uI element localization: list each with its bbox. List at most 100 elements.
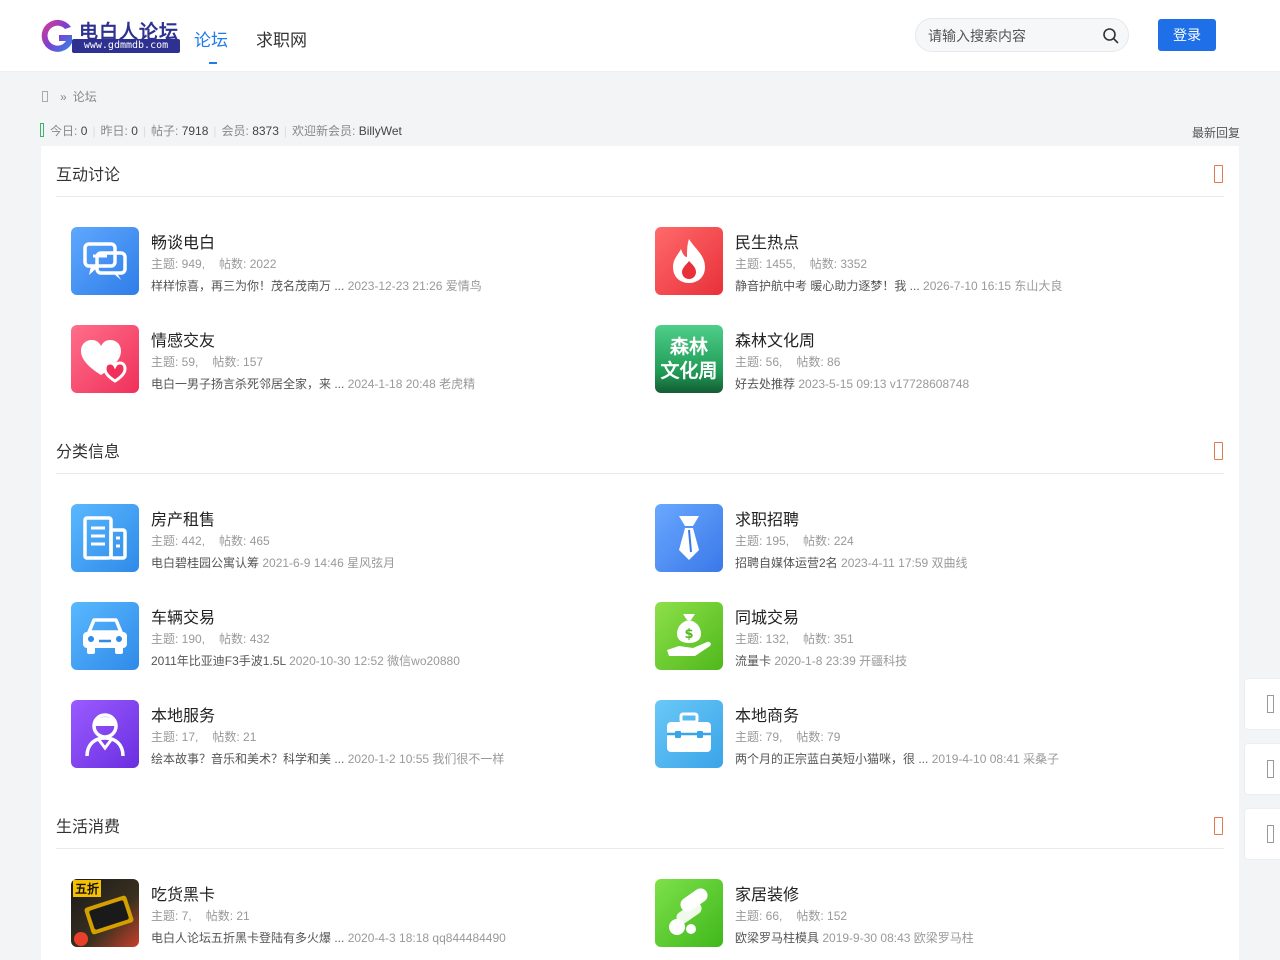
last-post-meta: 2021-6-9 14:46 星风弦月	[262, 556, 396, 570]
last-post-title[interactable]: 2011年比亚迪F3手波1.5L	[151, 654, 286, 668]
forum-name[interactable]: 求职招聘	[735, 506, 799, 530]
side-float-button[interactable]	[1244, 678, 1280, 730]
last-post-meta: 2026-7-10 16:15 东山大良	[923, 279, 1063, 293]
stat-yesterday: 0	[131, 124, 138, 138]
last-post-title[interactable]: 绘本故事？音乐和美术？科学和美 ...	[151, 752, 344, 766]
side-float-button[interactable]	[1244, 743, 1280, 795]
forum-name[interactable]: 房产租售	[151, 506, 215, 530]
forum-last-post: 两个月的正宗蓝白英短小猫咪，很 ... 2019-4-10 08:41 采桑子	[735, 750, 1059, 767]
section-divider	[56, 473, 1224, 474]
side-float-button[interactable]	[1244, 808, 1280, 860]
forum-stats: 主题: 59, 帖数: 157	[151, 353, 263, 370]
collapse-icon[interactable]	[1214, 817, 1223, 835]
forum-topics: 主题: 66,	[735, 909, 783, 923]
last-post-meta: 2019-4-10 08:41 采桑子	[931, 752, 1060, 766]
home-icon[interactable]	[42, 91, 48, 102]
last-post-title[interactable]: 电白人论坛五折黑卡登陆有多火爆 ...	[151, 931, 344, 945]
side-button-icon	[1267, 695, 1274, 713]
collapse-icon[interactable]	[1214, 442, 1223, 460]
nav-forum[interactable]: 论坛	[194, 26, 228, 51]
login-button[interactable]: 登录	[1158, 19, 1216, 51]
breadcrumb-current[interactable]: 论坛	[73, 90, 97, 104]
forum-last-post: 2011年比亚迪F3手波1.5L 2020-10-30 12:52 微信wo20…	[151, 652, 460, 669]
last-post-title[interactable]: 欧梁罗马柱模具	[735, 931, 819, 945]
forest-culture-week-icon: 森林 文化周	[655, 325, 723, 393]
forum-posts: 帖数: 2022	[219, 257, 277, 271]
forum-stats: 今日: 0 | 昨日: 0 | 帖子: 7918 | 会员: 8373 | 欢迎新会员: Bil…	[40, 122, 402, 139]
icon-text-line-2: 文化周	[660, 361, 718, 382]
last-post-title[interactable]: 流量卡	[735, 654, 771, 668]
forum-posts: 帖数: 86	[796, 355, 841, 369]
forum-name[interactable]: 森林文化周	[735, 327, 815, 351]
forum-last-post: 欧梁罗马柱模具 2019-9-30 08:43 欧梁罗马柱	[735, 929, 974, 946]
latest-reply-link[interactable]: 最新回复	[1192, 124, 1240, 141]
forum-name[interactable]: 本地服务	[151, 702, 215, 726]
forum-last-post: 样样惊喜，再三为你！茂名茂南万 ... 2023-12-23 21:26 爱情鸟	[151, 277, 482, 294]
forum-posts: 帖数: 157	[212, 355, 264, 369]
forum-posts: 帖数: 3352	[809, 257, 868, 271]
forum-topics: 主题: 132,	[735, 632, 790, 646]
necktie-icon	[655, 504, 723, 572]
forum-topics: 主题: 79,	[735, 730, 783, 744]
stat-posts-label: 帖子:	[151, 124, 179, 138]
last-post-meta: 2020-10-30 12:52 微信wo20880	[289, 654, 460, 668]
forum-stats: 主题: 17, 帖数: 21	[151, 728, 256, 745]
last-post-title[interactable]: 静音护航中考 暖心助力逐梦！我 ...	[735, 279, 920, 293]
forum-stats: 主题: 190, 帖数: 432	[151, 630, 270, 647]
forum-name[interactable]: 同城交易	[735, 604, 799, 628]
forum-name[interactable]: 家居装修	[735, 881, 799, 905]
forum-last-post: 电白碧桂园公寓认筹 2021-6-9 14:46 星风弦月	[151, 554, 395, 571]
search-input[interactable]	[928, 26, 1096, 46]
foodie-black-card-icon: 五折	[71, 879, 139, 947]
stat-members-label: 会员:	[221, 124, 249, 138]
forum-last-post: 电白人论坛五折黑卡登陆有多火爆 ... 2020-4-3 18:18 qq844…	[151, 929, 506, 946]
last-post-meta: 2023-4-11 17:59 双曲线	[841, 556, 968, 570]
last-post-title[interactable]: 样样惊喜，再三为你！茂名茂南万 ...	[151, 279, 344, 293]
stat-yesterday-label: 昨日:	[100, 124, 128, 138]
last-post-meta: 2020-1-2 10:55 我们很不一样	[347, 752, 505, 766]
last-post-title[interactable]: 电白碧桂园公寓认筹	[151, 556, 259, 570]
forum-topics: 主题: 1455,	[735, 257, 796, 271]
forum-stats: 主题: 132, 帖数: 351	[735, 630, 854, 647]
collapse-icon[interactable]	[1214, 165, 1223, 183]
newest-member-link[interactable]: BillyWet	[359, 124, 402, 138]
forum-topics: 主题: 442,	[151, 534, 206, 548]
svg-text:$: $	[684, 627, 693, 642]
hearts-icon	[71, 325, 139, 393]
nav-jobs[interactable]: 求职网	[256, 26, 307, 51]
forum-stats: 主题: 7, 帖数: 21	[151, 907, 250, 924]
breadcrumb-separator: »	[60, 90, 67, 104]
forum-name[interactable]: 民生热点	[735, 229, 799, 253]
last-post-title[interactable]: 两个月的正宗蓝白英短小猫咪，很 ...	[735, 752, 928, 766]
forum-stats: 主题: 56, 帖数: 86	[735, 353, 840, 370]
site-logo[interactable]: 电白人论坛 www.gdmmdb.com	[38, 15, 180, 57]
forum-topics: 主题: 7,	[151, 909, 192, 923]
forum-name[interactable]: 本地商务	[735, 702, 799, 726]
forum-stats: 主题: 79, 帖数: 79	[735, 728, 840, 745]
last-post-title[interactable]: 电白一男子扬言杀死邻居全家，来 ...	[151, 377, 344, 391]
flame-icon	[655, 227, 723, 295]
last-post-meta: 2019-9-30 08:43 欧梁罗马柱	[822, 931, 974, 945]
forum-posts: 帖数: 21	[212, 730, 257, 744]
last-post-meta: 2024-1-18 20:48 老虎精	[347, 377, 476, 391]
breadcrumb: » 论坛	[42, 88, 97, 105]
section-title: 分类信息	[56, 444, 121, 461]
search-icon[interactable]	[1102, 27, 1120, 45]
forum-posts: 帖数: 21	[205, 909, 250, 923]
forum-name[interactable]: 情感交友	[151, 327, 215, 351]
forum-name[interactable]: 车辆交易	[151, 604, 215, 628]
forum-name[interactable]: 畅谈电白	[151, 229, 215, 253]
last-post-title[interactable]: 好去处推荐	[735, 377, 795, 391]
forum-posts: 帖数: 224	[803, 534, 854, 548]
forum-name[interactable]: 吃货黑卡	[151, 881, 215, 905]
top-header: 电白人论坛 www.gdmmdb.com 论坛 求职网 登录	[0, 0, 1280, 72]
section-title: 互动讨论	[56, 167, 121, 184]
last-post-title[interactable]: 招聘自媒体运营2名	[735, 556, 838, 570]
last-post-meta: 2020-4-3 18:18 qq844484490	[347, 931, 506, 945]
forum-posts: 帖数: 351	[803, 632, 854, 646]
forum-stats: 主题: 442, 帖数: 465	[151, 532, 270, 549]
section-title: 生活消费	[56, 819, 121, 836]
car-icon	[71, 602, 139, 670]
last-post-meta: 2023-12-23 21:26 爱情鸟	[347, 279, 482, 293]
money-bag-hand-icon: $	[655, 602, 723, 670]
